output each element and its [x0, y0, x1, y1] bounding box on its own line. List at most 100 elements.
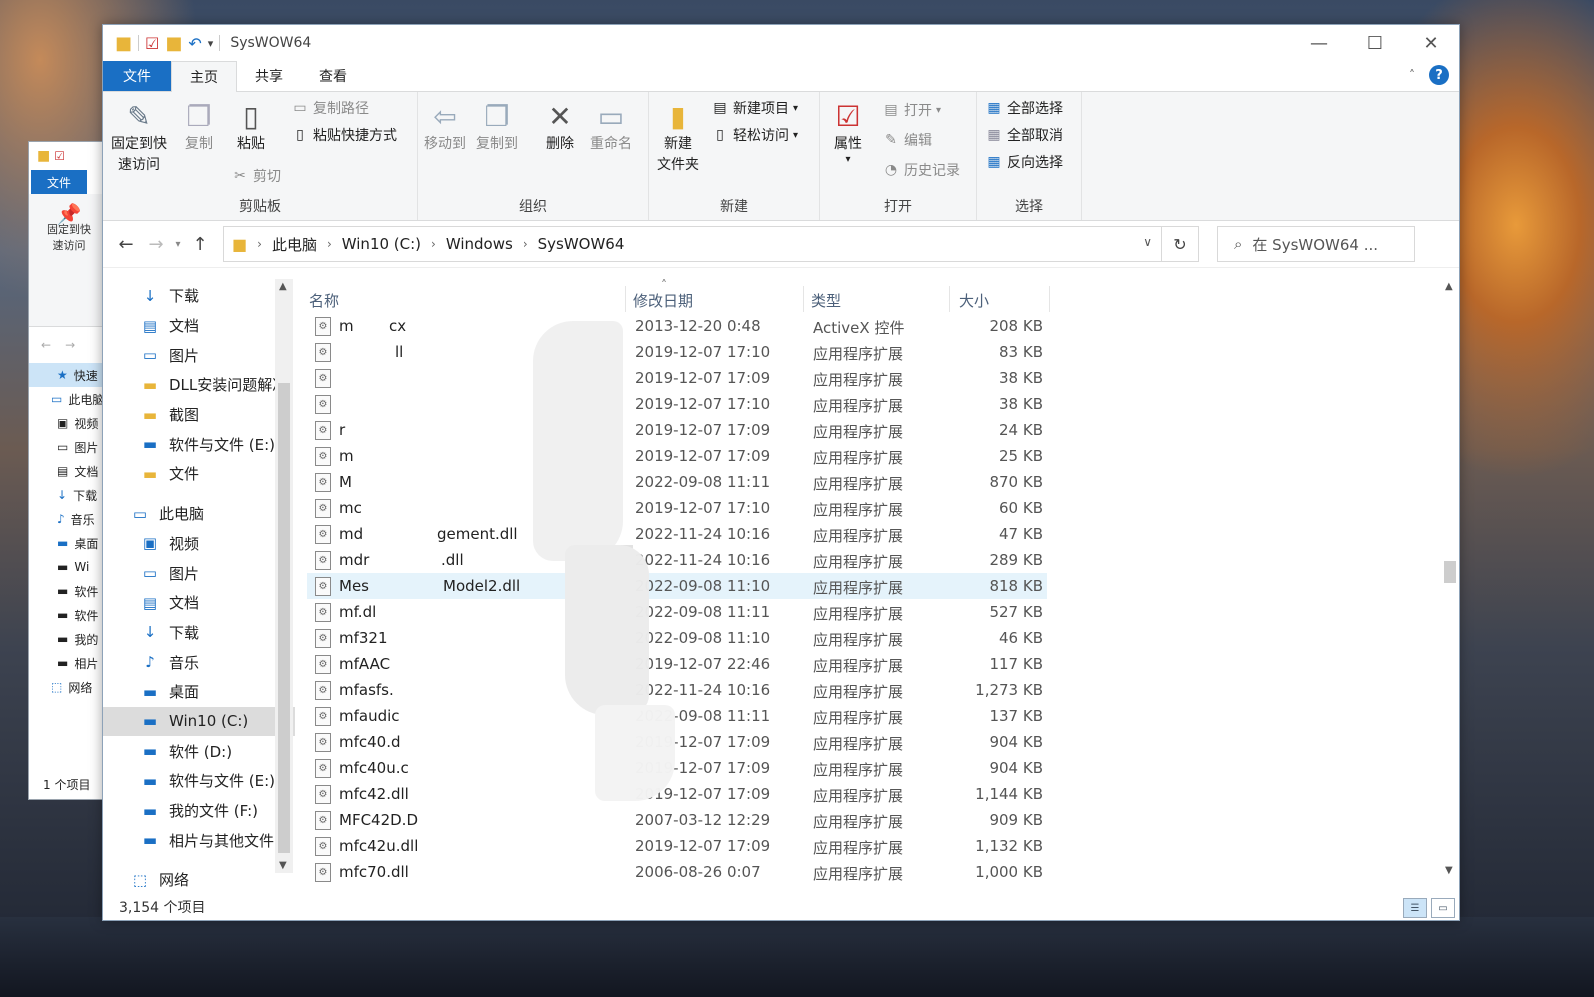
sidebar-item[interactable]: ▬ 截图	[103, 400, 295, 430]
back-sidebar-item[interactable]: ⬚ 网络	[29, 675, 109, 699]
back-sidebar-item[interactable]: ▬ Wi	[29, 555, 109, 579]
sidebar-item[interactable]: ▣ 视频	[103, 529, 295, 559]
table-row[interactable]: ⚙ md 2022-11-24 10:16 应用程序扩展 47 KB	[307, 521, 1047, 547]
tab-file[interactable]: 文件	[103, 61, 171, 91]
sidebar-item[interactable]: ⬚ 网络	[103, 865, 295, 895]
back-sidebar-item[interactable]: ▤ 文档	[29, 459, 109, 483]
table-row[interactable]: ⚙ r 2019-12-07 17:09 应用程序扩展 24 KB	[307, 417, 1047, 443]
table-row[interactable]: ⚙ Mes 2022-09-08 11:10 应用程序扩展 818 KB	[307, 573, 1047, 599]
back-sidebar-item[interactable]: ▬ 桌面	[29, 531, 109, 555]
file-list-scrollbar[interactable]: ▲ ▼	[1441, 281, 1459, 881]
table-row[interactable]: ⚙ 2019-12-07 17:10 应用程序扩展 38 KB	[307, 391, 1047, 417]
table-row[interactable]: ⚙ mfc42.dll 2019-12-07 17:09 应用程序扩展 1,144 KB	[307, 781, 1047, 807]
back-sidebar-item[interactable]: ▭ 此电脑	[29, 387, 109, 411]
paste-shortcut-button[interactable]: ▯ 粘贴快捷方式	[291, 125, 397, 145]
delete-button[interactable]: ✕ 删除	[544, 98, 576, 155]
scroll-up-icon[interactable]: ▲	[1445, 281, 1453, 292]
sidebar-scrollbar[interactable]: ▲ ▼	[275, 279, 293, 873]
table-row[interactable]: ⚙ m 2019-12-07 17:09 应用程序扩展 25 KB	[307, 443, 1047, 469]
edit-button[interactable]: ✎ 编辑	[882, 130, 932, 150]
sidebar-item[interactable]: ▬ 软件 (D:)	[103, 736, 295, 766]
table-row[interactable]: ⚙ mfc40.d 2019-12-07 17:09 应用程序扩展 904 KB	[307, 729, 1047, 755]
scroll-down-icon[interactable]: ▼	[279, 860, 287, 871]
table-row[interactable]: ⚙ mf321 2022-09-08 11:10 应用程序扩展 46 KB	[307, 625, 1047, 651]
rename-button[interactable]: ▭ 重命名	[590, 98, 632, 155]
table-row[interactable]: ⚙ M 2022-09-08 11:11 应用程序扩展 870 KB	[307, 469, 1047, 495]
back-sidebar-item[interactable]: ▬ 相片	[29, 651, 109, 675]
back-sidebar-item[interactable]: ▬ 我的	[29, 627, 109, 651]
up-button[interactable]: ↑	[185, 234, 215, 255]
undo-icon[interactable]: ↶	[188, 34, 201, 53]
customize-dropdown-icon[interactable]: ▾	[208, 37, 214, 50]
select-all-button[interactable]: ▦ 全部选择	[985, 98, 1063, 118]
easy-access-button[interactable]: ▯ 轻松访问 ▾	[711, 125, 798, 145]
file-list[interactable]: ˄ 名称 修改日期 类型 大小 ⚙ m 2013-12-20 0:48 ActiveX…	[295, 265, 1459, 896]
chevron-right-icon[interactable]: ›	[431, 237, 436, 251]
table-row[interactable]: ⚙ mfaudic 2022-09-08 11:11 应用程序扩展 137 KB	[307, 703, 1047, 729]
sidebar-scroll-thumb[interactable]	[278, 383, 290, 853]
column-header-date[interactable]: 修改日期	[633, 290, 693, 311]
back-sidebar-item[interactable]: ▣ 视频	[29, 411, 109, 435]
paste-button[interactable]: ▯ 粘贴	[235, 98, 267, 155]
column-header-name[interactable]: 名称	[309, 290, 339, 311]
back-sidebar-item[interactable]: ♪ 音乐	[29, 507, 109, 531]
sidebar-item[interactable]: ▭ 图片	[103, 558, 295, 588]
details-view-button[interactable]: ☰	[1403, 898, 1427, 918]
open-button[interactable]: ▤ 打开 ▾	[882, 100, 941, 120]
back-sidebar-item[interactable]: ↓ 下载	[29, 483, 109, 507]
tab-share[interactable]: 共享	[237, 61, 301, 91]
new-folder-icon[interactable]: ■	[165, 33, 182, 54]
tab-home[interactable]: 主页	[171, 61, 237, 92]
file-list-scroll-thumb[interactable]	[1444, 561, 1456, 583]
cut-button[interactable]: ✂ 剪切	[231, 166, 281, 186]
large-icons-view-button[interactable]: ▭	[1431, 898, 1455, 918]
table-row[interactable]: ⚙ 2019-12-07 17:09 应用程序扩展 38 KB	[307, 365, 1047, 391]
breadcrumb-item[interactable]: SysWOW64	[538, 235, 625, 253]
sidebar-item[interactable]: ▭图片✦	[103, 340, 295, 370]
sidebar-item[interactable]: ↓ 下载	[103, 618, 295, 648]
explorer-window[interactable]: ■ ☑ ■ ↶ ▾ SysWOW64 — ☐ ✕ 文件 主页 共享 查看 ˄ ?…	[102, 24, 1460, 921]
back-sidebar-item[interactable]: ▬ 软件	[29, 603, 109, 627]
navigation-pane[interactable]: ↓下载✦▤文档✦▭图片✦▬DLL安装问题解决▬截图▬软件与文件 (E:)▬文件▭…	[103, 265, 295, 896]
breadcrumb-item[interactable]: 此电脑	[272, 234, 317, 255]
sidebar-item[interactable]: ↓下载✦	[103, 281, 295, 311]
column-header-size[interactable]: 大小	[959, 290, 989, 311]
column-header-type[interactable]: 类型	[811, 290, 841, 311]
table-row[interactable]: ⚙ mfasfs. 2022-11-24 10:16 应用程序扩展 1,273 KB	[307, 677, 1047, 703]
back-window-file-tab[interactable]: 文件	[31, 170, 87, 194]
sidebar-item[interactable]: ▭ 此电脑	[103, 499, 295, 529]
copy-path-button[interactable]: ▭ 复制路径	[291, 98, 369, 118]
sidebar-item[interactable]: ▬ 文件	[103, 459, 295, 489]
new-item-button[interactable]: ▤ 新建项目 ▾	[711, 98, 798, 118]
sidebar-item[interactable]: ▤文档✦	[103, 311, 295, 341]
address-bar[interactable]: ■ › 此电脑 › Win10 (C:) › Windows › SysWOW6…	[223, 226, 1199, 262]
table-row[interactable]: ⚙ mfAAC 2019-12-07 22:46 应用程序扩展 117 KB	[307, 651, 1047, 677]
sidebar-item[interactable]: ▬ Win10 (C:)	[103, 706, 295, 737]
forward-button[interactable]: →	[141, 234, 171, 255]
back-sidebar-item[interactable]: ★ 快速	[29, 363, 109, 387]
sidebar-item[interactable]: ▬ 桌面	[103, 677, 295, 707]
sidebar-item[interactable]: ▬ DLL安装问题解决	[103, 370, 295, 400]
properties-button[interactable]: ☑ 属性 ▾	[832, 98, 864, 165]
history-button[interactable]: ◔ 历史记录	[882, 160, 960, 180]
scroll-up-icon[interactable]: ▲	[279, 281, 287, 292]
copy-button[interactable]: ❐ 复制	[183, 98, 215, 155]
copy-to-button[interactable]: ❐ 复制到	[476, 98, 518, 155]
background-explorer-window[interactable]: ■ ☑ 文件 📌 固定到快 速访问 ← → ★ 快速 ▭ 此电脑 ▣ 视频 ▭ 图片 ▤ 文…	[28, 141, 110, 800]
new-folder-button[interactable]: ▮ 新建 文件夹	[657, 98, 699, 176]
properties-check-icon[interactable]: ☑	[145, 34, 159, 53]
chevron-down-icon[interactable]: ∨	[1143, 235, 1152, 249]
table-row[interactable]: ⚙ mfc40u.c 2019-12-07 17:09 应用程序扩展 904 KB	[307, 755, 1047, 781]
table-row[interactable]: ⚙ mdr 2022-11-24 10:16 应用程序扩展 289 KB	[307, 547, 1047, 573]
scroll-down-icon[interactable]: ▼	[1445, 865, 1453, 876]
breadcrumb-item[interactable]: Win10 (C:)	[342, 235, 421, 253]
sidebar-item[interactable]: ▤ 文档	[103, 588, 295, 618]
table-row[interactable]: ⚙ mfc42u.dll 2019-12-07 17:09 应用程序扩展 1,132 K…	[307, 833, 1047, 859]
refresh-button[interactable]: ↻	[1161, 227, 1198, 261]
table-row[interactable]: ⚙ 2019-12-07 17:10 应用程序扩展 83 KB	[307, 339, 1047, 365]
table-row[interactable]: ⚙ mfc70.dll 2006-08-26 0:07 应用程序扩展 1,000 KB	[307, 859, 1047, 885]
chevron-right-icon[interactable]: ›	[327, 237, 332, 251]
back-sidebar-item[interactable]: ▭ 图片	[29, 435, 109, 459]
minimize-button[interactable]: —	[1291, 25, 1347, 61]
move-to-button[interactable]: ⇦ 移动到	[424, 98, 466, 155]
